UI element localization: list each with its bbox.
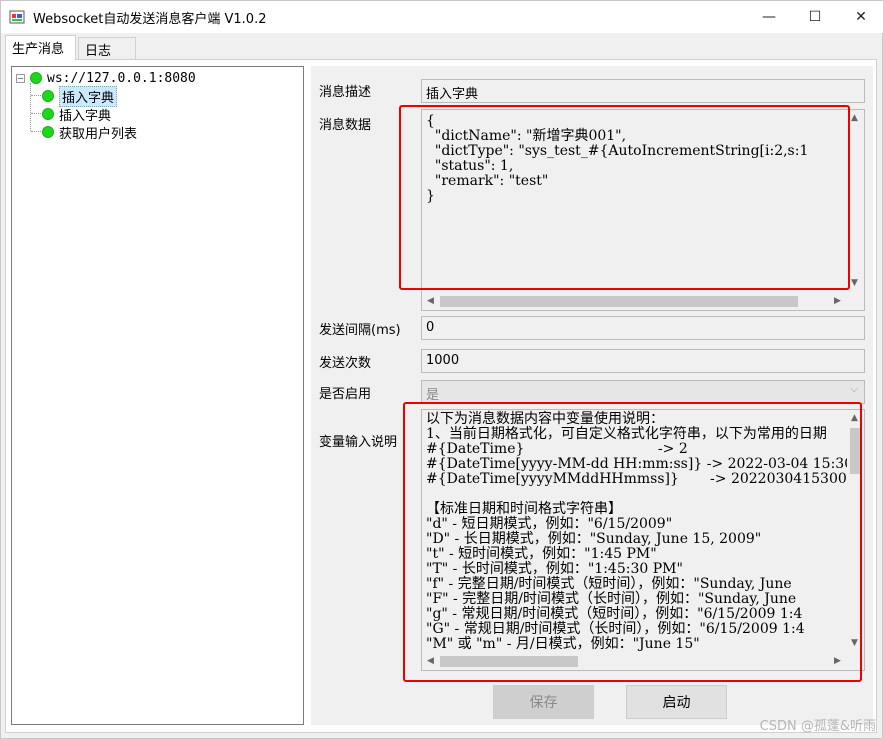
close-button[interactable]: ✕	[838, 1, 883, 33]
scroll-left-icon[interactable]: ◀	[427, 296, 434, 306]
status-dot-icon	[42, 90, 54, 102]
count-field[interactable]: 1000	[421, 349, 865, 373]
title-bar: Websocket自动发送消息客户端 V1.0.2 — ☐ ✕	[1, 1, 883, 33]
interval-field[interactable]: 0	[421, 316, 865, 340]
collapse-icon[interactable]: −	[16, 73, 25, 83]
minimize-icon: —	[762, 9, 776, 25]
enabled-label: 是否启用	[319, 387, 372, 402]
watermark: CSDN @孤蓬&听雨	[759, 719, 876, 734]
desc-field[interactable]: 插入字典	[421, 79, 865, 103]
status-dot-icon	[42, 126, 54, 138]
tree-item-label: 插入字典	[59, 85, 118, 107]
tree-item[interactable]: 插入字典	[42, 105, 112, 124]
scroll-right-icon[interactable]: ▶	[834, 296, 841, 306]
scroll-thumb[interactable]	[440, 296, 798, 307]
tree-item[interactable]: 获取用户列表	[42, 123, 138, 142]
tree-root-label: ws://127.0.0.1:8080	[47, 70, 196, 86]
tree-item-label: 获取用户列表	[59, 126, 138, 142]
window-title: Websocket自动发送消息客户端 V1.0.2	[33, 12, 267, 27]
status-dot-icon	[42, 108, 54, 120]
connection-tree[interactable]: − ws://127.0.0.1:8080 插入字典 插入字典 获取用户列表	[11, 66, 304, 725]
chevron-down-icon: ⌵	[850, 384, 858, 395]
enabled-select[interactable]: 是 ⌵	[421, 380, 865, 404]
tree-root[interactable]: − ws://127.0.0.1:8080	[16, 69, 196, 87]
tab-log[interactable]: 日志	[78, 37, 136, 59]
tab-produce-message[interactable]: 生产消息	[5, 35, 76, 60]
scroll-down-icon[interactable]: ▼	[851, 278, 858, 288]
minimize-button[interactable]: —	[746, 1, 792, 33]
interval-label: 发送间隔(ms)	[319, 323, 401, 338]
enabled-value: 是	[426, 388, 440, 403]
scroll-up-icon[interactable]: ▲	[851, 113, 858, 123]
maximize-button[interactable]: ☐	[792, 1, 838, 33]
var-label: 变量输入说明	[319, 435, 398, 450]
tree-item[interactable]: 插入字典	[42, 85, 118, 107]
desc-label: 消息描述	[319, 85, 372, 100]
app-icon	[9, 10, 25, 24]
status-dot-icon	[30, 72, 42, 84]
count-label: 发送次数	[319, 356, 372, 371]
close-icon: ✕	[855, 9, 867, 25]
save-button[interactable]: 保存	[493, 685, 594, 719]
start-button[interactable]: 启动	[626, 685, 727, 719]
highlight-box	[399, 105, 850, 290]
data-label: 消息数据	[319, 118, 372, 133]
maximize-icon: ☐	[808, 9, 822, 25]
highlight-box	[403, 402, 862, 682]
tree-item-label: 插入字典	[59, 108, 112, 124]
data-hscroll[interactable]: ◀ ▶	[422, 293, 847, 310]
app-window: Websocket自动发送消息客户端 V1.0.2 — ☐ ✕ 生产消息 日志 …	[0, 0, 883, 739]
